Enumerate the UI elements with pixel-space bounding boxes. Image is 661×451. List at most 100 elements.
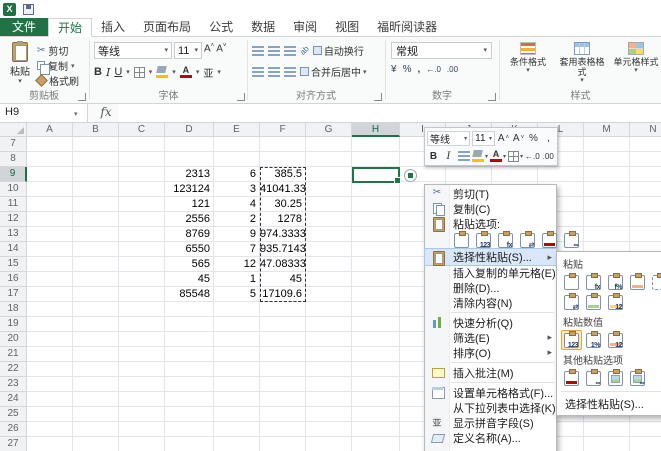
top-align-button[interactable] <box>252 46 264 56</box>
align-center-button[interactable] <box>268 67 280 77</box>
cell-A25[interactable] <box>27 407 73 422</box>
cell-H23[interactable] <box>352 377 400 392</box>
cell-D21[interactable] <box>165 347 214 362</box>
cell-C19[interactable] <box>119 317 165 332</box>
mini-font-name-select[interactable]: 等线▾ <box>427 131 470 146</box>
cell-F19[interactable] <box>260 317 306 332</box>
cell-A9[interactable] <box>27 167 73 182</box>
cell-F8[interactable] <box>260 152 306 167</box>
cell-N9[interactable] <box>630 167 661 182</box>
row-header-10[interactable]: 10 <box>0 182 27 197</box>
cell-E19[interactable] <box>214 317 260 332</box>
cell-C20[interactable] <box>119 332 165 347</box>
cell-C18[interactable] <box>119 302 165 317</box>
cell-E7[interactable] <box>214 137 260 152</box>
cell-D11[interactable]: 121 <box>165 197 214 212</box>
cell-B10[interactable] <box>73 182 119 197</box>
cell-G22[interactable] <box>306 362 352 377</box>
column-header-F[interactable]: F <box>260 123 306 137</box>
cell-B20[interactable] <box>73 332 119 347</box>
cell-A16[interactable] <box>27 272 73 287</box>
cell-H18[interactable] <box>352 302 400 317</box>
cell-J9[interactable] <box>446 167 492 182</box>
row-header-15[interactable]: 15 <box>0 257 27 272</box>
cell-A23[interactable] <box>27 377 73 392</box>
cell-D9[interactable]: 2313 <box>165 167 214 182</box>
paste-formulas-icon[interactable]: fx <box>583 272 604 292</box>
cell-E26[interactable] <box>214 422 260 437</box>
bold-button[interactable]: B <box>94 66 102 78</box>
mini-fill-color-button[interactable]: ▾ <box>472 149 488 164</box>
paste-formulas-number-format-icon[interactable]: f% <box>605 272 626 292</box>
tab-页面布局[interactable]: 页面布局 <box>134 18 200 36</box>
cell-C7[interactable] <box>119 137 165 152</box>
cell-N10[interactable] <box>630 182 661 197</box>
cell-H19[interactable] <box>352 317 400 332</box>
cell-C17[interactable] <box>119 287 165 302</box>
cell-N27[interactable] <box>630 437 661 451</box>
cell-K9[interactable] <box>492 167 538 182</box>
cell-H17[interactable] <box>352 287 400 302</box>
cell-G15[interactable] <box>306 257 352 272</box>
cell-B7[interactable] <box>73 137 119 152</box>
menu-item-delete[interactable]: 删除(D)... <box>425 280 556 295</box>
menu-item-copy[interactable]: 复制(C) <box>425 201 556 216</box>
cell-E17[interactable]: 5 <box>214 287 260 302</box>
cell-G27[interactable] <box>306 437 352 451</box>
menu-item-paste-special-dialog[interactable]: 选择性粘贴(S)... <box>557 395 661 412</box>
cell-M11[interactable] <box>584 197 630 212</box>
cell-G26[interactable] <box>306 422 352 437</box>
paste-keep-source-formatting-icon[interactable] <box>627 272 648 292</box>
wrap-text-button[interactable]: 自动换行 <box>313 43 364 58</box>
phonetic-guide-button[interactable] <box>203 65 213 80</box>
cell-E15[interactable]: 12 <box>214 257 260 272</box>
alignment-dialog-launcher[interactable] <box>374 93 382 101</box>
cell-H24[interactable] <box>352 392 400 407</box>
font-size-select[interactable]: 11▾ <box>174 42 202 59</box>
row-header-23[interactable]: 23 <box>0 377 27 392</box>
cell-F25[interactable] <box>260 407 306 422</box>
paste-merge-conditional-formatting-icon[interactable] <box>583 292 604 312</box>
cell-E25[interactable] <box>214 407 260 422</box>
cell-M10[interactable] <box>584 182 630 197</box>
paste-values-source-formatting-icon[interactable]: 12 <box>605 330 626 350</box>
cell-C26[interactable] <box>119 422 165 437</box>
cell-D15[interactable]: 565 <box>165 257 214 272</box>
cell-N7[interactable] <box>630 137 661 152</box>
cut-button[interactable]: ✂剪切 <box>37 43 79 58</box>
fill-color-button[interactable] <box>156 66 168 78</box>
row-header-26[interactable]: 26 <box>0 422 27 437</box>
cell-A13[interactable] <box>27 227 73 242</box>
paste-option-values-icon[interactable]: 123 <box>473 230 494 250</box>
menu-item-sort[interactable]: 排序(O)▸ <box>425 345 556 360</box>
cell-F23[interactable] <box>260 377 306 392</box>
menu-item-clear-contents[interactable]: 清除内容(N) <box>425 295 556 310</box>
cell-D25[interactable] <box>165 407 214 422</box>
cell-E18[interactable] <box>214 302 260 317</box>
paste-formatting-icon[interactable] <box>561 368 582 388</box>
menu-item-paste-options[interactable]: 粘贴选项: <box>425 216 556 231</box>
cell-C14[interactable] <box>119 242 165 257</box>
row-header-12[interactable]: 12 <box>0 212 27 227</box>
cell-E11[interactable]: 4 <box>214 197 260 212</box>
menu-item-filter[interactable]: 筛选(E)▸ <box>425 330 556 345</box>
row-header-19[interactable]: 19 <box>0 317 27 332</box>
comma-style-button[interactable] <box>417 64 420 75</box>
tab-视图[interactable]: 视图 <box>326 18 368 36</box>
middle-align-button[interactable] <box>268 46 280 56</box>
mini-borders-button[interactable]: ▾ <box>508 149 523 164</box>
tab-插入[interactable]: 插入 <box>92 18 134 36</box>
grow-font-button[interactable]: A˄ <box>204 43 214 54</box>
row-header-17[interactable]: 17 <box>0 287 27 302</box>
borders-button[interactable] <box>134 67 145 78</box>
cell-C12[interactable] <box>119 212 165 227</box>
underline-button[interactable]: U <box>114 66 122 78</box>
mini-shrink-font-button[interactable]: A˅ <box>512 131 525 146</box>
row-header-14[interactable]: 14 <box>0 242 27 257</box>
cell-B18[interactable] <box>73 302 119 317</box>
cell-G24[interactable] <box>306 392 352 407</box>
cell-H13[interactable] <box>352 227 400 242</box>
menu-item-quick-analysis[interactable]: 快速分析(Q) <box>425 315 556 330</box>
font-name-select[interactable]: 等线▾ <box>94 42 172 59</box>
tab-file[interactable]: 文件 <box>0 18 48 36</box>
